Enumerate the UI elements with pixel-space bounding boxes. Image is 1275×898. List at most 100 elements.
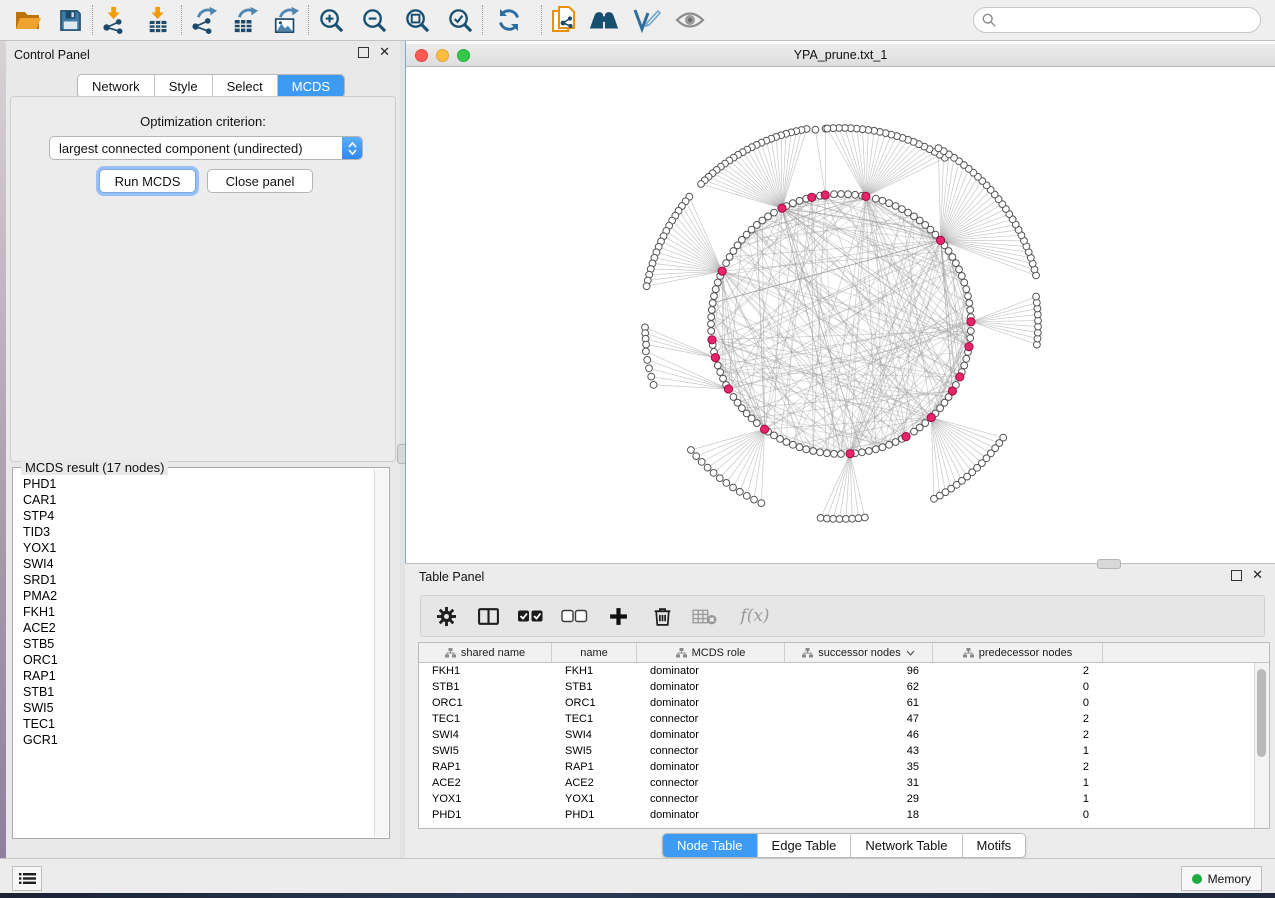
mcds-result-item[interactable]: STB5 [15, 636, 374, 652]
split-table-icon[interactable] [473, 601, 503, 631]
float-table-panel-icon[interactable] [1231, 570, 1242, 581]
desktop-edge-bottom [0, 893, 1275, 898]
network-graph[interactable] [407, 67, 1275, 561]
table-row[interactable]: SWI4SWI4dominator462 [419, 727, 1255, 743]
zoom-in-icon[interactable] [315, 4, 347, 36]
export-table-icon[interactable] [229, 4, 261, 36]
delete-table-icon[interactable] [689, 601, 719, 631]
column-header[interactable]: successor nodes [785, 643, 933, 662]
memory-button[interactable]: Memory [1181, 866, 1262, 891]
table-toolbar: f(x) [420, 595, 1265, 637]
search-input[interactable] [1002, 12, 1246, 28]
table-row[interactable]: STB1STB1dominator620 [419, 679, 1255, 695]
table-row[interactable]: SWI5SWI5connector431 [419, 743, 1255, 759]
search-network-icon[interactable] [588, 4, 620, 36]
tab-node-table[interactable]: Node Table [663, 834, 758, 857]
mcds-result-item[interactable]: SRD1 [15, 572, 374, 588]
network-window-titlebar[interactable]: YPA_prune.txt_1 [406, 44, 1275, 67]
main-toolbar [0, 0, 1275, 41]
mcds-result-item[interactable]: PMA2 [15, 588, 374, 604]
table-row[interactable]: FKH1FKH1dominator962 [419, 663, 1255, 679]
network-window-title: YPA_prune.txt_1 [406, 48, 1275, 62]
mcds-result-item[interactable]: YOX1 [15, 540, 374, 556]
run-mcds-button[interactable]: Run MCDS [99, 169, 196, 193]
zoom-selected-icon[interactable] [444, 4, 476, 36]
column-header[interactable]: predecessor nodes [933, 643, 1103, 662]
tab-network[interactable]: Network [78, 75, 155, 97]
toolbar-separator [541, 5, 542, 35]
node-table-body: FKH1FKH1dominator962STB1STB1dominator620… [419, 663, 1255, 828]
mcds-result-item[interactable]: RAP1 [15, 668, 374, 684]
column-header[interactable]: MCDS role [637, 643, 785, 662]
criterion-dropdown[interactable]: largest connected component (undirected) [49, 136, 363, 160]
table-row[interactable]: YOX1YOX1connector291 [419, 791, 1255, 807]
column-header[interactable]: name [552, 643, 637, 662]
tab-style[interactable]: Style [155, 75, 213, 97]
control-panel-tabs: Network Style Select MCDS [77, 74, 345, 98]
add-column-icon[interactable] [603, 601, 633, 631]
tab-motifs[interactable]: Motifs [963, 834, 1026, 857]
mcds-result-item[interactable]: FKH1 [15, 604, 374, 620]
close-panel-button[interactable]: Close panel [207, 169, 313, 193]
table-row[interactable]: ACE2ACE2connector311 [419, 775, 1255, 791]
annotation-mode-icon[interactable] [630, 4, 662, 36]
tab-select[interactable]: Select [213, 75, 278, 97]
import-network-icon[interactable] [99, 4, 131, 36]
import-table-icon[interactable] [143, 4, 175, 36]
column-header[interactable]: shared name [419, 643, 552, 662]
toolbar-separator [181, 5, 182, 35]
mcds-result-item[interactable]: GCR1 [15, 732, 374, 748]
export-image-icon[interactable] [270, 4, 302, 36]
mcds-result-item[interactable]: PHD1 [15, 476, 374, 492]
tab-network-table[interactable]: Network Table [851, 834, 962, 857]
table-scrollbar[interactable] [1254, 663, 1269, 828]
refresh-layout-icon[interactable] [493, 4, 525, 36]
clone-network-icon[interactable] [548, 4, 580, 36]
mcds-result-item[interactable]: TID3 [15, 524, 374, 540]
save-session-icon[interactable] [54, 4, 86, 36]
table-settings-icon[interactable] [431, 601, 461, 631]
mcds-result-item[interactable]: ACE2 [15, 620, 374, 636]
open-session-icon[interactable] [12, 4, 44, 36]
table-row[interactable]: TEC1TEC1connector472 [419, 711, 1255, 727]
mcds-result-group: MCDS result (17 nodes) PHD1CAR1STP4TID3Y… [12, 467, 390, 839]
mcds-result-list[interactable]: PHD1CAR1STP4TID3YOX1SWI4SRD1PMA2FKH1ACE2… [15, 476, 374, 836]
horizontal-splitter-handle[interactable] [1097, 559, 1121, 569]
export-network-icon[interactable] [188, 4, 220, 36]
show-graphics-details-icon[interactable] [674, 4, 706, 36]
mcds-result-item[interactable]: STP4 [15, 508, 374, 524]
float-panel-icon[interactable] [358, 47, 369, 58]
table-row[interactable]: ORC1ORC1dominator610 [419, 695, 1255, 711]
zoom-out-icon[interactable] [358, 4, 390, 36]
table-panel: Table Panel ✕ [405, 563, 1275, 858]
close-table-panel-icon[interactable]: ✕ [1252, 570, 1263, 581]
control-panel-title: Control Panel [14, 48, 90, 62]
toolbar-separator [92, 5, 93, 35]
list-icon [19, 872, 36, 885]
table-row[interactable]: RAP1RAP1dominator352 [419, 759, 1255, 775]
select-all-icon[interactable] [515, 601, 545, 631]
search-icon [982, 13, 996, 27]
result-list-scrollbar[interactable] [374, 469, 388, 837]
table-scrollbar-thumb[interactable] [1257, 669, 1266, 757]
status-bar: Memory [0, 858, 1275, 893]
zoom-fit-icon[interactable] [401, 4, 433, 36]
dropdown-stepper-icon [342, 137, 362, 159]
table-row[interactable]: PHD1PHD1dominator180 [419, 807, 1255, 823]
mcds-result-item[interactable]: CAR1 [15, 492, 374, 508]
close-panel-icon[interactable]: ✕ [379, 47, 390, 58]
deselect-all-icon[interactable] [559, 601, 589, 631]
tab-mcds[interactable]: MCDS [278, 75, 344, 97]
network-search-box[interactable] [973, 7, 1261, 33]
delete-column-icon[interactable] [647, 601, 677, 631]
network-canvas[interactable] [407, 67, 1275, 561]
mcds-result-item[interactable]: STB1 [15, 684, 374, 700]
mcds-result-item[interactable]: SWI5 [15, 700, 374, 716]
node-table: shared namenameMCDS rolesuccessor nodesp… [418, 642, 1270, 829]
tab-edge-table[interactable]: Edge Table [758, 834, 852, 857]
task-history-button[interactable] [12, 866, 42, 891]
function-builder-icon[interactable]: f(x) [733, 601, 777, 631]
mcds-result-item[interactable]: ORC1 [15, 652, 374, 668]
mcds-result-item[interactable]: SWI4 [15, 556, 374, 572]
mcds-result-item[interactable]: TEC1 [15, 716, 374, 732]
